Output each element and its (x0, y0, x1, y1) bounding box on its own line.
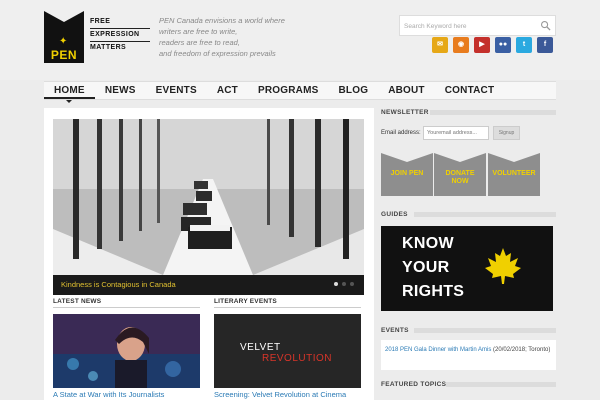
tagline-line: writers are free to write, (159, 27, 238, 36)
logo-line: EXPRESSION (90, 30, 150, 42)
rights-line: YOUR (402, 259, 450, 276)
literary-events-heading: LITERARY EVENTS (214, 298, 361, 308)
cta-notch (488, 153, 540, 162)
donate-now-button[interactable]: DONATE NOW (434, 153, 486, 196)
search-icon[interactable] (540, 20, 551, 31)
cta-line: DONATE (445, 170, 475, 177)
tagline-line: readers are free to read, (159, 38, 240, 47)
nav-label: ACT (216, 85, 238, 96)
nav-item-home[interactable]: HOME (44, 82, 95, 103)
cta-line: NOW (451, 178, 469, 185)
main-nav: HOME NEWS EVENTS ACT PROGRAMS BLOG ABOUT… (44, 81, 556, 103)
heading-rule (446, 382, 556, 387)
social-glyph: ◉ (457, 41, 465, 48)
slide-image (53, 119, 364, 275)
nav-label: HOME (54, 85, 85, 96)
join-pen-button[interactable]: JOIN PEN (381, 153, 433, 196)
logo-mark: PEN (50, 48, 78, 62)
cta-label: DONATE NOW (434, 170, 486, 186)
main-content: Kindness is Contagious in Canada LATEST … (44, 108, 374, 400)
tagline: PEN Canada envisions a world where write… (159, 15, 329, 59)
signup-button[interactable]: Signup (493, 126, 520, 140)
flickr-icon[interactable]: ●● (495, 37, 511, 53)
maple-leaf-icon (485, 248, 521, 284)
cta-label: VOLUNTEER (488, 170, 540, 178)
slide-dots (334, 282, 354, 286)
email-field[interactable] (423, 126, 489, 140)
rss-icon[interactable]: ◉ (453, 37, 469, 53)
event-link[interactable]: 2018 PEN Gala Dinner with Martin Amis (385, 347, 491, 353)
featured-topics-heading: FEATURED TOPICS (381, 381, 447, 388)
event-poster (214, 314, 361, 388)
know-your-rights-banner[interactable]: KNOW YOUR RIGHTS (381, 226, 553, 311)
nav-label: BLOG (338, 85, 369, 96)
latest-news-heading: LATEST NEWS (53, 298, 200, 308)
rights-line: KNOW (402, 235, 454, 252)
literary-events-thumbnail[interactable]: VELVET REVOLUTION (214, 314, 361, 388)
slide-caption[interactable]: Kindness is Contagious in Canada (61, 280, 176, 289)
nav-item-about[interactable]: ABOUT (378, 82, 435, 99)
pen-logo[interactable]: ✦ PEN (44, 11, 84, 63)
social-glyph: ●● (498, 41, 508, 48)
poster-line-2: REVOLUTION (262, 353, 333, 364)
tagline-line: PEN Canada envisions a world where (159, 16, 285, 25)
facebook-icon[interactable]: f (537, 37, 553, 53)
events-heading: EVENTS (381, 327, 409, 334)
cta-notch (381, 153, 433, 162)
search-input[interactable] (404, 19, 534, 33)
event-meta: (20/02/2018; Toronto) (491, 347, 551, 353)
events-list: 2018 PEN Gala Dinner with Martin Amis (2… (381, 340, 556, 370)
logo-wordmark: FREE EXPRESSION MATTERS (90, 17, 150, 55)
cta-notch (434, 153, 486, 162)
logo-notch (44, 11, 84, 22)
literary-events-link[interactable]: Screening: Velvet Revolution at Cinema (214, 390, 346, 399)
nav-label: EVENTS (155, 85, 197, 96)
logo-line: FREE (90, 17, 150, 29)
cta-label: JOIN PEN (381, 170, 433, 178)
email-label: Email address: (381, 130, 421, 136)
social-glyph: t (522, 41, 526, 48)
nav-item-blog[interactable]: BLOG (329, 82, 379, 99)
nav-label: NEWS (104, 85, 136, 96)
youtube-icon[interactable]: ▶ (474, 37, 490, 53)
cta-line: JOIN PEN (390, 170, 424, 177)
tagline-line: and freedom of expression prevails (159, 49, 276, 58)
nav-item-news[interactable]: NEWS (95, 82, 146, 99)
nav-item-contact[interactable]: CONTACT (435, 82, 505, 99)
slide-dot[interactable] (350, 282, 354, 286)
slide-dot[interactable] (334, 282, 338, 286)
latest-news-thumbnail[interactable] (53, 314, 200, 388)
nav-item-events[interactable]: EVENTS (146, 82, 207, 99)
heading-rule (414, 212, 556, 217)
social-glyph: f (543, 41, 547, 48)
nav-label: CONTACT (444, 85, 495, 96)
newsletter-heading: NEWSLETTER (381, 109, 429, 116)
poster-line-1: VELVET (240, 342, 281, 353)
rights-line: RIGHTS (402, 283, 465, 300)
social-glyph: ✉ (437, 41, 443, 48)
event-item: 2018 PEN Gala Dinner with Martin Amis (2… (385, 346, 555, 355)
slide-dot[interactable] (342, 282, 346, 286)
news-photo (53, 314, 200, 388)
guides-heading: GUIDES (381, 211, 408, 218)
caret-down-icon (66, 100, 73, 103)
email-icon[interactable]: ✉ (432, 37, 448, 53)
social-glyph: ▶ (479, 41, 485, 48)
twitter-icon[interactable]: t (516, 37, 532, 53)
heading-rule (414, 328, 556, 333)
nav-item-programs[interactable]: PROGRAMS (248, 82, 329, 99)
latest-news-link[interactable]: A State at War with Its Journalists (53, 390, 164, 399)
cta-line: VOLUNTEER (492, 170, 536, 177)
volunteer-button[interactable]: VOLUNTEER (488, 153, 540, 196)
search-box (399, 15, 556, 36)
rights-text: KNOW YOUR RIGHTS (402, 232, 464, 304)
nav-label: ABOUT (388, 85, 425, 96)
nav-label: PROGRAMS (258, 85, 319, 96)
maple-leaf-icon: ✦ (59, 36, 68, 47)
nav-item-act[interactable]: ACT (207, 82, 248, 99)
featured-slider[interactable]: Kindness is Contagious in Canada (53, 119, 364, 295)
logo-line: MATTERS (90, 44, 127, 51)
heading-rule (430, 110, 556, 115)
